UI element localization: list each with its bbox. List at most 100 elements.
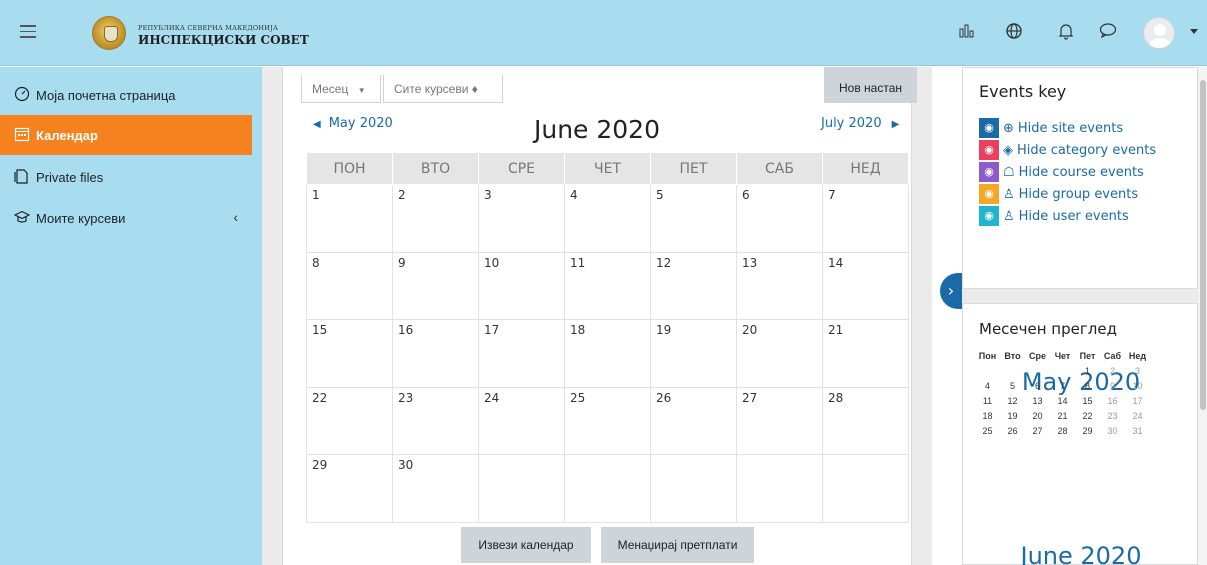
view-select-value: Месец bbox=[312, 82, 349, 96]
weekday-header: ПЕТ bbox=[650, 152, 737, 185]
globe-icon[interactable] bbox=[1004, 22, 1024, 42]
bell-icon[interactable] bbox=[1056, 22, 1076, 42]
new-event-button[interactable]: Нов настан bbox=[824, 67, 917, 103]
calendar-day-cell bbox=[822, 454, 909, 523]
mini-day-cell: 7 bbox=[1059, 380, 1065, 391]
event-key-label: Hide course events bbox=[1018, 164, 1144, 180]
calendar-day-cell[interactable]: 21 bbox=[822, 319, 909, 388]
event-key-label: Hide user events bbox=[1018, 208, 1129, 224]
calendar-day-cell[interactable]: 29 bbox=[306, 454, 393, 523]
eye-icon: ◉ bbox=[979, 140, 999, 160]
chevron-right-icon: › bbox=[947, 281, 955, 300]
calendar-day-cell[interactable]: 12 bbox=[650, 251, 737, 320]
event-key-item[interactable]: ◉ ⊕ Hide site events bbox=[979, 118, 1123, 138]
calendar-day-cell[interactable]: 28 bbox=[822, 386, 909, 455]
mini-week-row: 18 19 20 21 22 23 24 bbox=[975, 408, 1150, 423]
calendar-day-cell[interactable]: 4 bbox=[564, 184, 651, 253]
calendar-day-cell[interactable]: 27 bbox=[736, 386, 823, 455]
calendar-day-cell[interactable]: 6 bbox=[736, 184, 823, 253]
manage-subscriptions-button[interactable]: Менаџирај претплати bbox=[601, 527, 754, 563]
calendar-day-cell[interactable]: 14 bbox=[822, 251, 909, 320]
mini-day-cell: 31 bbox=[1132, 425, 1143, 436]
mini-week-row: 1 2 3 bbox=[975, 363, 1150, 378]
calendar-day-cell[interactable]: 10 bbox=[478, 251, 565, 320]
mini-day-cell: 6 bbox=[1034, 380, 1040, 391]
scrollbar-thumb[interactable] bbox=[1200, 80, 1206, 410]
stats-icon[interactable] bbox=[957, 22, 977, 42]
calendar-day-cell[interactable]: 17 bbox=[478, 319, 565, 388]
calendar-day-cell[interactable]: 16 bbox=[392, 319, 479, 388]
calendar-day-cell[interactable]: 8 bbox=[306, 251, 393, 320]
eye-icon: ◉ bbox=[979, 162, 999, 182]
sidebar-item-my-courses[interactable]: Моите курсеви ‹ bbox=[0, 198, 252, 238]
mini-day-cell: 26 bbox=[1007, 425, 1018, 436]
courses-icon bbox=[13, 210, 34, 227]
calendar-day-cell[interactable]: 3 bbox=[478, 184, 565, 253]
mini-day-cell: 10 bbox=[1132, 380, 1143, 391]
mini-weekday-header: Вто bbox=[1004, 350, 1021, 361]
event-key-item[interactable]: ◉ ☖ Hide course events bbox=[979, 162, 1144, 182]
calendar-day-cell[interactable]: 13 bbox=[736, 251, 823, 320]
event-type-icon: ⊕ bbox=[1003, 120, 1014, 136]
dashboard-icon bbox=[14, 86, 34, 105]
mini-day-cell: 13 bbox=[1032, 395, 1043, 406]
calendar-day-cell bbox=[736, 454, 823, 523]
mini-day-cell bbox=[1025, 363, 1050, 378]
calendar-day-cell[interactable]: 18 bbox=[564, 319, 651, 388]
calendar-day-cell[interactable]: 24 bbox=[478, 386, 565, 455]
mini-day-cell: 20 bbox=[1032, 410, 1043, 421]
calendar-day-cell[interactable]: 1 bbox=[306, 184, 393, 253]
calendar-day-cell[interactable]: 9 bbox=[392, 251, 479, 320]
mini-day-cell: 25 bbox=[982, 425, 993, 436]
view-select[interactable]: Месец ▼ bbox=[301, 75, 381, 103]
eye-icon: ◉ bbox=[979, 206, 999, 226]
weekday-header: ЧЕТ bbox=[564, 152, 651, 185]
sidebar-item-label: Моите курсеви bbox=[36, 210, 126, 226]
chevron-left-icon[interactable]: ‹ bbox=[233, 209, 238, 225]
chat-icon[interactable] bbox=[1098, 22, 1118, 42]
menu-icon[interactable] bbox=[20, 25, 36, 39]
sidebar-item-dashboard[interactable]: Моја почетна страница bbox=[0, 75, 252, 115]
mini-month-title-june[interactable]: June 2020 bbox=[963, 542, 1199, 565]
calendar-day-cell[interactable]: 22 bbox=[306, 386, 393, 455]
mini-day-cell: 30 bbox=[1107, 425, 1118, 436]
mini-week-row: 11 12 13 14 15 16 17 bbox=[975, 393, 1150, 408]
calendar-day-cell[interactable]: 11 bbox=[564, 251, 651, 320]
calendar-day-cell[interactable]: 5 bbox=[650, 184, 737, 253]
event-key-label: Hide site events bbox=[1017, 120, 1124, 136]
event-key-label: Hide group events bbox=[1018, 186, 1139, 202]
brand-title[interactable]: ИНСПЕКЦИСКИ СОВЕТ bbox=[138, 33, 309, 47]
mini-calendar-may: Пон Вто Сре Чет Пет Саб Нед 1 2 3 4 5 6 7 8 9 10 11 12 13 1… bbox=[975, 348, 1150, 438]
chevron-down-icon[interactable] bbox=[1190, 29, 1198, 34]
user-avatar[interactable] bbox=[1143, 17, 1175, 49]
sidebar: Моја почетна страница Календар Private f… bbox=[0, 67, 262, 565]
calendar-day-cell[interactable]: 19 bbox=[650, 319, 737, 388]
mini-day-cell: 1 bbox=[1084, 365, 1090, 376]
weekday-header: САБ bbox=[736, 152, 823, 185]
event-key-item[interactable]: ◉ ◈ Hide category events bbox=[979, 140, 1156, 160]
export-calendar-button[interactable]: Извези календар bbox=[461, 527, 591, 563]
calendar-day-cell bbox=[478, 454, 565, 523]
calendar-week-row: 29 30 bbox=[306, 454, 909, 523]
drawer-toggle-button[interactable]: › bbox=[940, 273, 962, 309]
calendar-day-cell[interactable]: 23 bbox=[392, 386, 479, 455]
calendar-day-cell[interactable]: 15 bbox=[306, 319, 393, 388]
calendar-day-cell[interactable]: 2 bbox=[392, 184, 479, 253]
calendar-day-cell[interactable]: 26 bbox=[650, 386, 737, 455]
calendar-day-cell[interactable]: 30 bbox=[392, 454, 479, 523]
calendar-day-cell[interactable]: 25 bbox=[564, 386, 651, 455]
sidebar-item-private-files[interactable]: Private files bbox=[0, 157, 252, 197]
mini-day-cell: 2 bbox=[1109, 365, 1115, 376]
course-select[interactable]: Сите курсеви ♦ bbox=[383, 75, 503, 103]
calendar-day-cell[interactable]: 20 bbox=[736, 319, 823, 388]
coat-of-arms-logo[interactable] bbox=[92, 16, 126, 50]
mini-day-cell: 15 bbox=[1082, 395, 1093, 406]
events-key-block: Events key ◉ ⊕ Hide site events ◉ ◈ Hide cate… bbox=[962, 67, 1198, 289]
sidebar-item-calendar[interactable]: Календар bbox=[0, 115, 252, 155]
event-key-item[interactable]: ◉ ♙ Hide group events bbox=[979, 184, 1138, 204]
mini-day-cell: 5 bbox=[1009, 380, 1015, 391]
calendar-day-cell[interactable]: 7 bbox=[822, 184, 909, 253]
weekday-header: ПОН bbox=[306, 152, 393, 185]
event-key-item[interactable]: ◉ ♙ Hide user events bbox=[979, 206, 1129, 226]
mini-day-cell bbox=[1050, 363, 1075, 378]
